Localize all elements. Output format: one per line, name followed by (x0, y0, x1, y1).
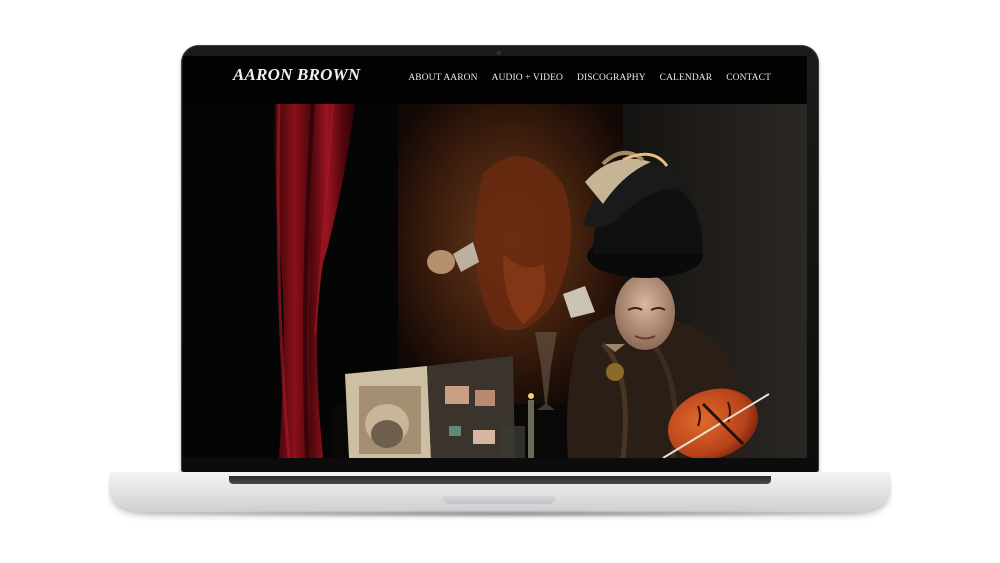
hero-photo (183, 104, 807, 458)
nav-item-discography[interactable]: DISCOGRAPHY (577, 73, 646, 83)
main-nav: ABOUT AARON AUDIO + VIDEO DISCOGRAPHY CA… (408, 73, 771, 83)
mockup-stage: AARON BROWN ABOUT AARON AUDIO + VIDEO DI… (0, 0, 1000, 563)
nav-item-calendar[interactable]: CALENDAR (660, 73, 713, 83)
keyboard-well (229, 476, 771, 484)
site-logo[interactable]: AARON BROWN (233, 65, 360, 85)
nav-item-audio-video[interactable]: AUDIO + VIDEO (492, 73, 563, 83)
base-shadow (120, 510, 880, 518)
nav-item-contact[interactable]: CONTACT (726, 73, 771, 83)
laptop-base (109, 472, 891, 512)
nav-item-about[interactable]: ABOUT AARON (408, 73, 477, 83)
hero-image (183, 104, 807, 458)
site-header: AARON BROWN ABOUT AARON AUDIO + VIDEO DI… (183, 56, 807, 104)
camera-icon (497, 51, 501, 55)
trackpad-notch (443, 496, 555, 504)
laptop-screen: AARON BROWN ABOUT AARON AUDIO + VIDEO DI… (183, 56, 807, 458)
